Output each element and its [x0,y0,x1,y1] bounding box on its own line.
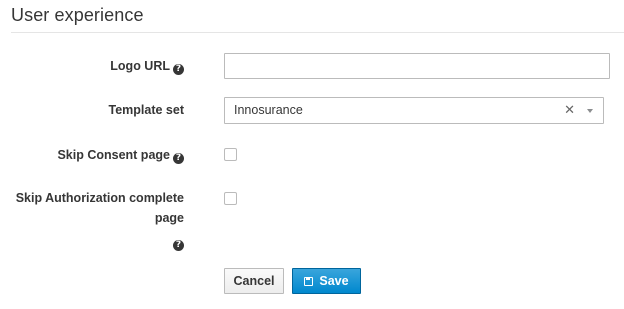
clear-icon[interactable]: ✕ [564,98,575,123]
question-circle-icon[interactable]: ? [173,240,184,251]
save-button[interactable]: Save [292,268,361,294]
save-icon [304,277,314,286]
question-circle-icon[interactable]: ? [173,64,184,75]
logo-url-label-text: Logo URL [110,59,170,73]
skip-authorization-complete-label-line1: Skip Authorization complete [15,191,184,205]
save-button-label: Save [319,274,349,288]
template-set-label-text: Template set [108,103,185,117]
section-divider [11,32,624,33]
skip-authorization-complete-label: Skip Authorization complete page ? [16,188,184,252]
template-set-label: Template set [109,100,185,120]
skip-authorization-complete-label-line2: page [154,211,184,225]
logo-url-label: Logo URL? [110,56,184,76]
cancel-button[interactable]: Cancel [224,268,284,294]
section-title: User experience [11,5,144,25]
caret-down-icon[interactable] [587,109,593,113]
template-set-select[interactable]: Innosurance ✕ [224,97,604,124]
template-set-selected-value: Innosurance [234,103,303,117]
skip-authorization-complete-checkbox[interactable] [224,192,237,205]
skip-consent-checkbox[interactable] [224,148,237,161]
logo-url-input[interactable] [224,53,610,79]
skip-consent-label-text: Skip Consent page [57,148,170,162]
question-circle-icon[interactable]: ? [173,153,184,164]
skip-consent-label: Skip Consent page? [57,145,184,165]
